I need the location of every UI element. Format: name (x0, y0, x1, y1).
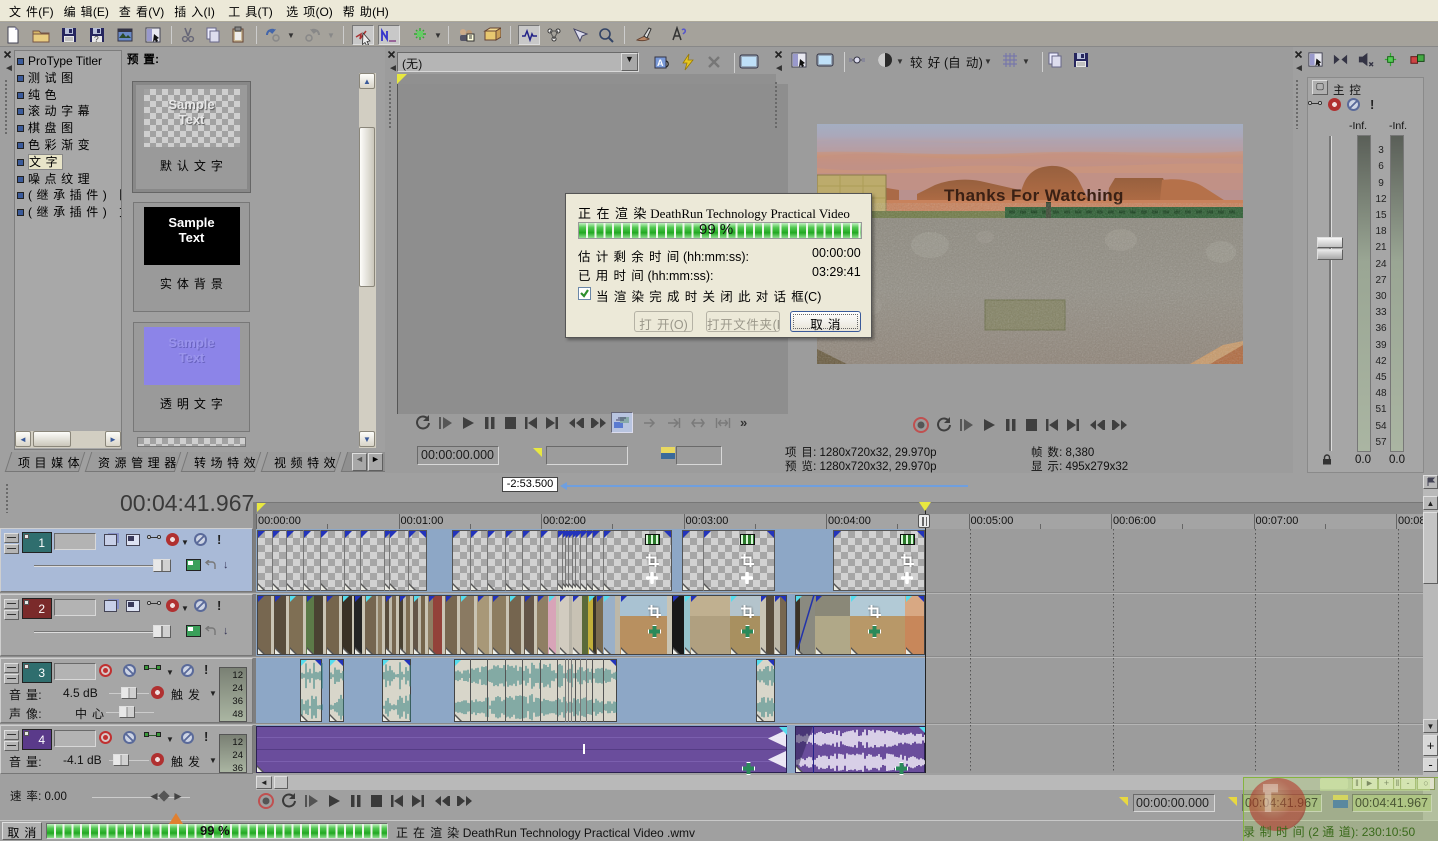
svg-text:A: A (657, 58, 664, 68)
svg-text:Thanks For Watching: Thanks For Watching (944, 186, 1124, 205)
svg-text:?: ? (94, 34, 99, 44)
